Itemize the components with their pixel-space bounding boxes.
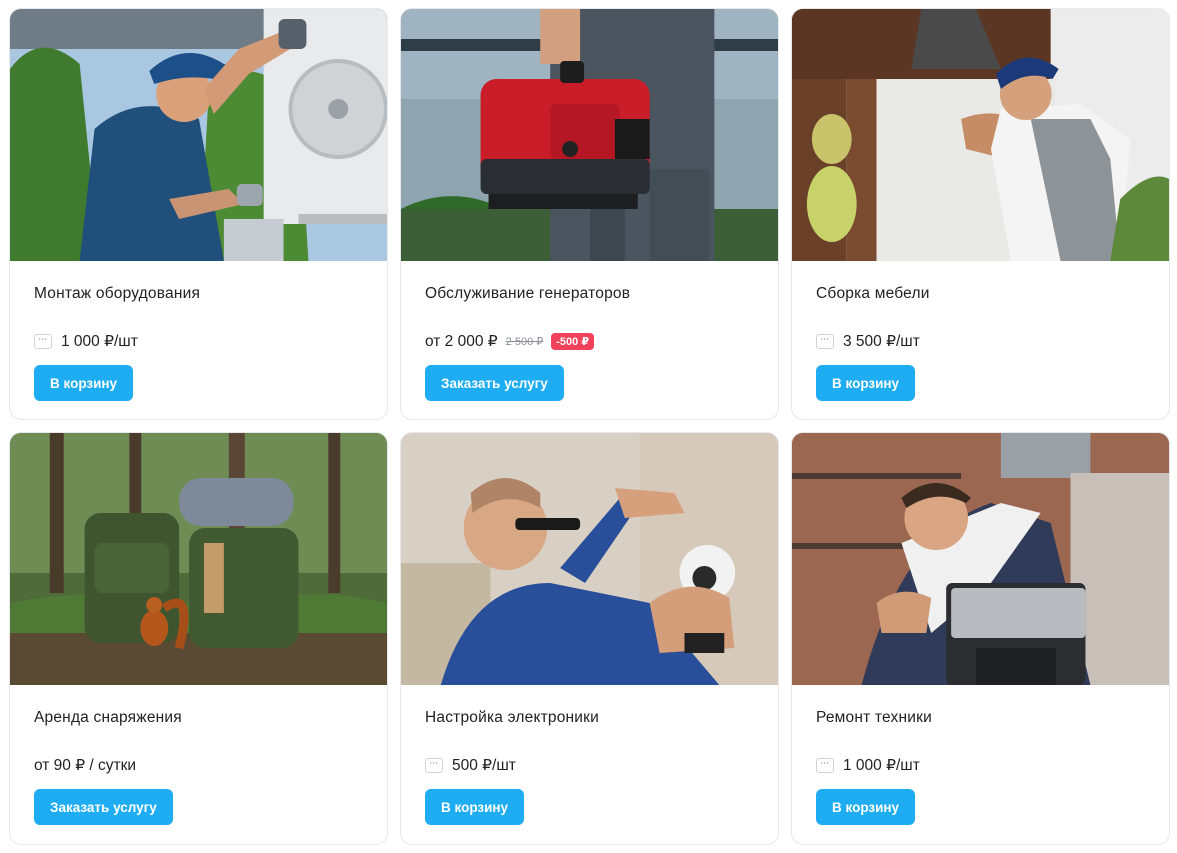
old-price: 2 500 ₽ xyxy=(505,335,544,348)
price-row: от 2 000 ₽ 2 500 ₽ -500 ₽ xyxy=(425,331,594,351)
more-dots-icon: ⋯ xyxy=(816,757,834,773)
service-card[interactable]: Ремонт техники ⋯ 1 000 ₽/шт В корзину xyxy=(791,432,1170,845)
coffee-machine-repair-photo[interactable] xyxy=(792,433,1169,685)
price-row: ⋯ 1 000 ₽/шт xyxy=(34,331,138,351)
service-title[interactable]: Аренда снаряжения xyxy=(34,709,182,727)
service-title[interactable]: Сборка мебели xyxy=(816,285,930,303)
service-card[interactable]: Аренда снаряжения от 90 ₽ / сутки Заказа… xyxy=(9,432,388,845)
service-card[interactable]: Обслуживание генераторов от 2 000 ₽ 2 50… xyxy=(400,8,779,420)
add-to-cart-button[interactable]: В корзину xyxy=(34,365,134,401)
backpacks-forest-photo[interactable] xyxy=(10,433,387,685)
price: от 2 000 ₽ xyxy=(425,332,498,350)
discount-badge: -500 ₽ xyxy=(551,332,594,350)
camera-install-photo[interactable] xyxy=(401,433,778,685)
price: 3 500 ₽/шт xyxy=(843,332,920,350)
order-service-button[interactable]: Заказать услугу xyxy=(425,365,564,401)
generator-photo[interactable] xyxy=(401,9,778,261)
price-row: ⋯ 3 500 ₽/шт xyxy=(816,331,920,351)
service-card[interactable]: Монтаж оборудования ⋯ 1 000 ₽/шт В корзи… xyxy=(9,8,388,420)
ac-installer-photo[interactable] xyxy=(10,9,387,261)
price: от 90 ₽ / сутки xyxy=(34,756,137,774)
add-to-cart-button[interactable]: В корзину xyxy=(816,789,916,825)
service-title[interactable]: Монтаж оборудования xyxy=(34,285,200,303)
more-dots-icon: ⋯ xyxy=(34,333,52,349)
services-grid: Монтаж оборудования ⋯ 1 000 ₽/шт В корзи… xyxy=(9,8,1170,845)
service-card[interactable]: Сборка мебели ⋯ 3 500 ₽/шт В корзину xyxy=(791,8,1170,420)
order-service-button[interactable]: Заказать услугу xyxy=(34,789,173,825)
more-dots-icon: ⋯ xyxy=(425,757,443,773)
service-title[interactable]: Настройка электроники xyxy=(425,709,599,727)
price: 1 000 ₽/шт xyxy=(61,332,138,350)
furniture-assembly-photo[interactable] xyxy=(792,9,1169,261)
price-row: от 90 ₽ / сутки xyxy=(34,755,136,775)
price-row: ⋯ 1 000 ₽/шт xyxy=(816,755,920,775)
more-dots-icon: ⋯ xyxy=(816,333,834,349)
price: 1 000 ₽/шт xyxy=(843,756,920,774)
service-card[interactable]: Настройка электроники ⋯ 500 ₽/шт В корзи… xyxy=(400,432,779,845)
price-row: ⋯ 500 ₽/шт xyxy=(425,755,516,775)
add-to-cart-button[interactable]: В корзину xyxy=(425,789,525,825)
add-to-cart-button[interactable]: В корзину xyxy=(816,365,916,401)
service-title[interactable]: Обслуживание генераторов xyxy=(425,285,630,303)
price: 500 ₽/шт xyxy=(452,756,516,774)
service-title[interactable]: Ремонт техники xyxy=(816,709,932,727)
